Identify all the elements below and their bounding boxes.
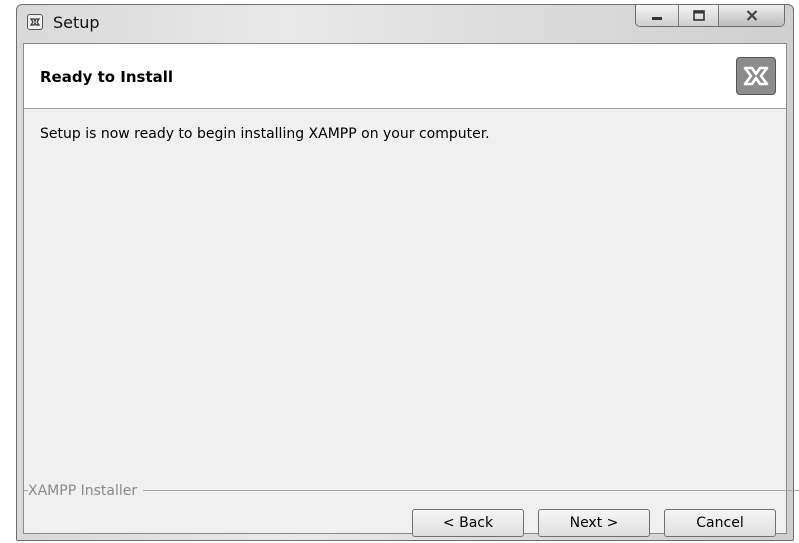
- page-title: Ready to Install: [40, 68, 174, 86]
- next-button[interactable]: Next >: [538, 509, 650, 537]
- close-icon: [746, 10, 757, 21]
- minimize-button[interactable]: [636, 5, 678, 26]
- title-bar[interactable]: Setup: [17, 5, 793, 43]
- cancel-button[interactable]: Cancel: [664, 509, 776, 537]
- setup-window: Setup Ready to Install Setup is now read…: [16, 4, 799, 541]
- minimize-icon: [652, 16, 662, 20]
- back-button[interactable]: < Back: [412, 509, 524, 537]
- installer-panel: Ready to Install Setup is now ready to b…: [23, 43, 799, 537]
- caption-buttons: [635, 5, 785, 27]
- close-button[interactable]: [718, 5, 784, 26]
- xampp-logo: [736, 57, 776, 95]
- maximize-button[interactable]: [678, 5, 718, 26]
- status-message: Setup is now ready to begin installing X…: [40, 126, 490, 142]
- window-title: Setup: [53, 13, 100, 32]
- installer-label: XAMPP Installer: [28, 483, 144, 499]
- xampp-icon[interactable]: [27, 14, 43, 30]
- maximize-icon: [692, 10, 705, 21]
- header-banner: Ready to Install: [24, 44, 786, 109]
